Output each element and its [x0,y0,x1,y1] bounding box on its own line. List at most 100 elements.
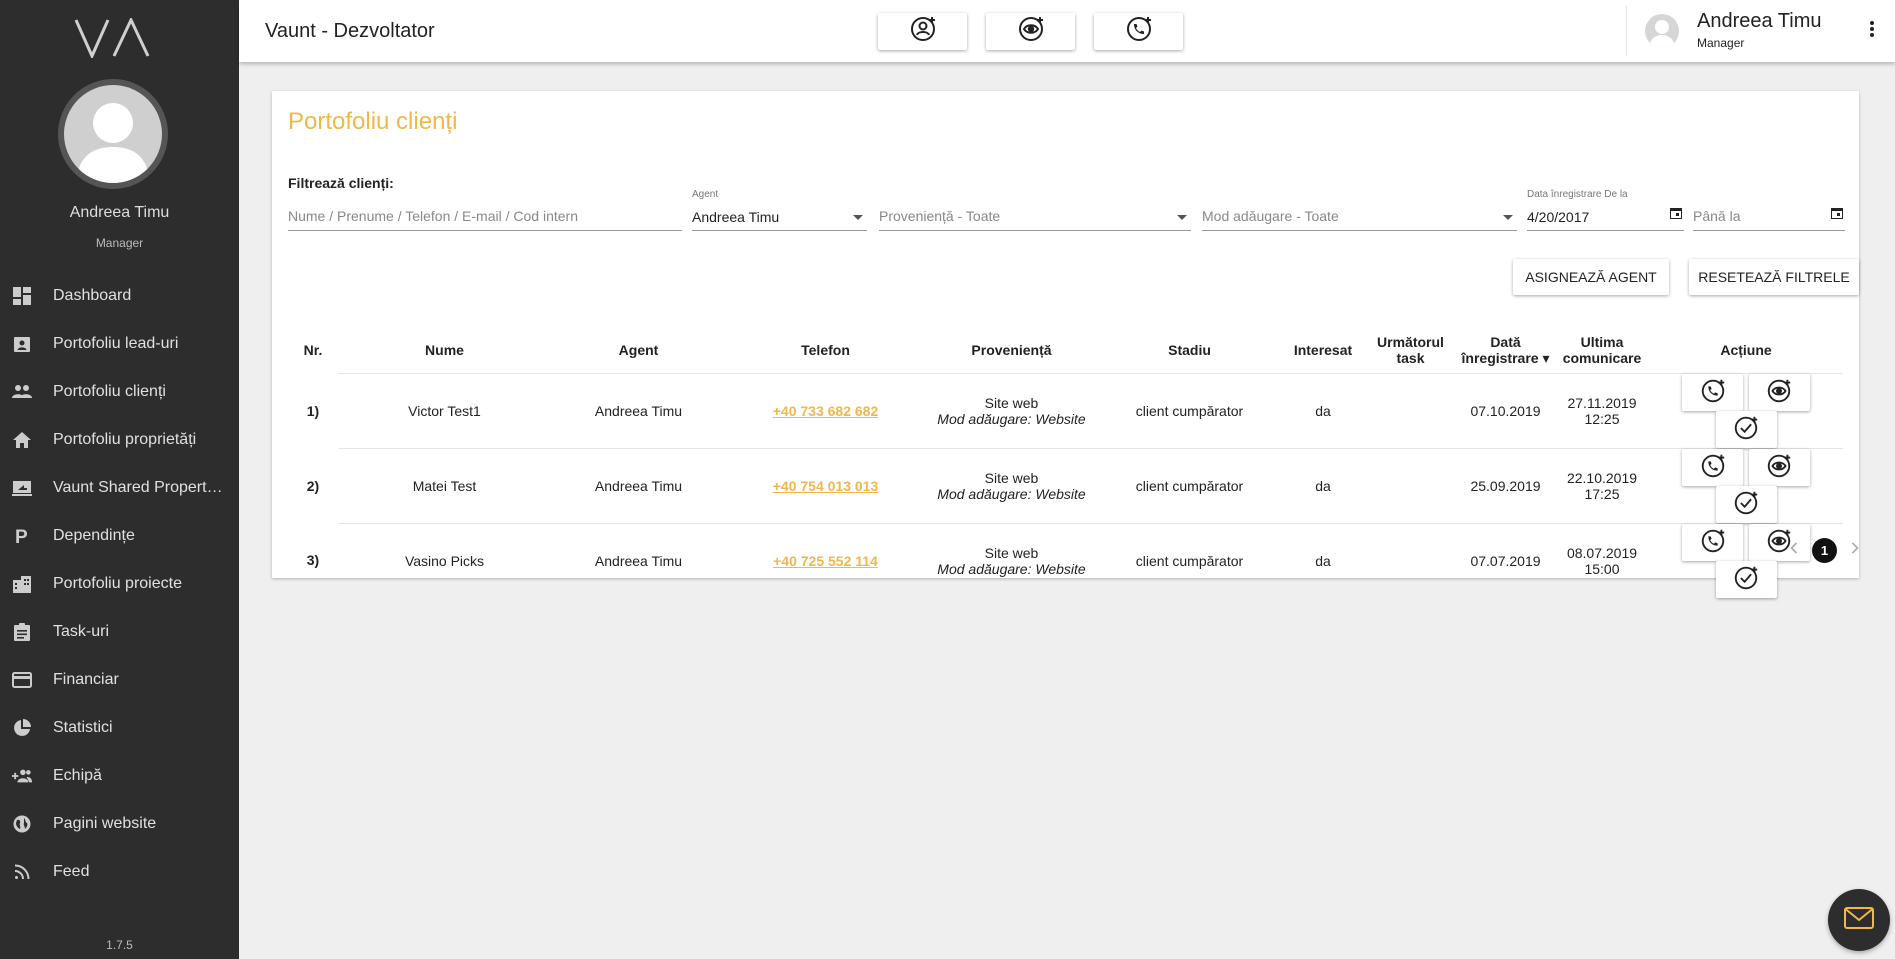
row-actions [1649,447,1843,523]
svg-text:P: P [15,527,28,545]
assign-agent-button[interactable]: Asignează agent [1513,259,1669,295]
source-select[interactable]: Proveniență - Toate [879,203,1191,231]
calendar-icon[interactable] [1670,206,1682,224]
task-button[interactable] [1715,560,1777,598]
sidebar-item-leads[interactable]: Portofoliu lead-uri [0,320,239,368]
search-input[interactable]: Nume / Prenume / Telefon / E-mail / Cod … [288,203,682,231]
page-title: Portofoliu clienți [288,108,458,135]
client-phone-cell: +40 754 013 013 [726,447,925,523]
col-reg-date[interactable]: Dată înregistrare ▾ [1456,327,1555,373]
sidebar-item-feed[interactable]: Feed [0,848,239,896]
mode-select[interactable]: Mod adăugare - Toate [1202,203,1517,231]
col-nr: Nr. [303,342,323,358]
client-source-cell: Site web Mod adăugare: Website [925,522,1098,598]
vaunt-logo[interactable] [74,18,154,58]
client-add-mode: Mod adăugare: Website [937,560,1086,577]
add-contact-button[interactable] [878,13,967,50]
sidebar-item-projects[interactable]: Portofoliu proiecte [0,560,239,608]
sidebar-item-team[interactable]: Echipă [0,752,239,800]
source-placeholder: Proveniență - Toate [879,208,1001,224]
clipboard-icon [12,622,32,642]
date-to-field[interactable]: Până la [1693,203,1845,231]
agent-select[interactable]: Agent Andreea Timu [692,189,867,231]
call-button[interactable] [1682,373,1744,411]
col-stage[interactable]: Stadiu [1098,327,1281,373]
check-add-icon [1732,489,1760,520]
task-button[interactable] [1715,410,1777,448]
sidebar-item-label: Dependințe [53,527,135,544]
reset-filters-button[interactable]: Resetează filtrele [1689,259,1859,295]
call-button[interactable] [1682,448,1744,486]
client-stage: client cumpărator [1098,522,1281,598]
task-button[interactable] [1715,485,1777,523]
client-phone-link[interactable]: +40 733 682 682 [773,403,879,419]
viewing-button[interactable] [1748,448,1810,486]
globe-icon [12,814,32,834]
table-row: 2) Matei Test Andreea Timu +40 754 013 0… [288,447,1843,523]
next-page-button[interactable] [1845,540,1865,560]
prev-page-button[interactable] [1784,540,1804,560]
sidebar-item-label: Portofoliu proprietăți [53,431,197,448]
chevron-down-icon [1177,215,1187,220]
phone-add-icon [1699,452,1727,483]
client-source: Site web [984,469,1039,486]
row-actions [1649,372,1843,448]
client-phone-link[interactable]: +40 725 552 114 [773,553,878,569]
filter-label: Filtrează clienți: [288,175,394,191]
client-interested: da [1281,447,1365,523]
sidebar-item-statistics[interactable]: Statistici [0,704,239,752]
col-phone[interactable]: Telefon [726,327,925,373]
client-name[interactable]: Matei Test [338,447,551,523]
last-comm-time: 17:25 [1584,485,1620,502]
client-phone-link[interactable]: +40 754 013 013 [773,478,879,494]
col-name[interactable]: Nume [338,327,551,373]
add-call-button[interactable] [1094,13,1183,50]
sidebar-item-label: Statistici [53,719,113,736]
messages-fab-button[interactable] [1828,889,1890,951]
last-comm-date: 27.11.2019 [1567,394,1637,411]
client-source-cell: Site web Mod adăugare: Website [925,372,1098,448]
people-icon [12,382,32,402]
table-row: 3) Vasino Picks Andreea Timu +40 725 552… [288,522,1843,598]
more-menu-button[interactable] [1860,19,1884,43]
page-1-button[interactable]: 1 [1812,537,1837,563]
col-interested[interactable]: Interesat [1281,327,1365,373]
add-viewing-button[interactable] [986,13,1075,50]
calendar-icon[interactable] [1831,206,1843,224]
client-agent: Andreea Timu [551,447,726,523]
sidebar-item-clients[interactable]: Portofoliu clienți [0,368,239,416]
col-next-task[interactable]: Următorul task [1365,327,1456,373]
sidebar-item-tasks[interactable]: Task-uri [0,608,239,656]
date-from-field[interactable]: Data înregistrare De la 4/20/2017 [1527,189,1684,231]
sidebar-item-website-pages[interactable]: Pagini website [0,800,239,848]
col-agent[interactable]: Agent [551,327,726,373]
header-separator [1626,6,1627,56]
sidebar-item-label: Financiar [53,671,119,688]
sidebar-item-properties[interactable]: Portofoliu proprietăți [0,416,239,464]
top-bar: Vaunt - Dezvoltator Andreea Timu Manager [239,0,1895,62]
col-last-comm[interactable]: Ultima comunicare [1555,327,1649,373]
header-user-name: Andreea Timu [1697,10,1822,32]
eye-add-icon [1765,452,1793,483]
col-source[interactable]: Proveniență [925,327,1098,373]
client-reg-date: 07.07.2019 [1456,522,1555,598]
sidebar-item-dependencies[interactable]: P Dependințe [0,512,239,560]
col-actions: Acțiune [1720,341,1772,358]
eye-add-icon [1765,377,1793,408]
sidebar-item-shared-properties[interactable]: Vaunt Shared Properties [0,464,239,512]
pie-chart-icon [12,718,32,738]
call-button[interactable] [1682,523,1744,561]
viewing-button[interactable] [1748,373,1810,411]
sidebar-item-financial[interactable]: Financiar [0,656,239,704]
client-name[interactable]: Victor Test1 [338,372,551,448]
sidebar-item-label: Feed [53,863,90,880]
sidebar-item-dashboard[interactable]: Dashboard [0,272,239,320]
avatar[interactable] [1645,14,1679,48]
credit-card-icon [12,670,32,690]
search-placeholder: Nume / Prenume / Telefon / E-mail / Cod … [288,208,578,224]
client-name[interactable]: Vasino Picks [338,522,551,598]
shared-screen-icon [12,478,32,498]
client-last-comm: 22.10.2019 17:25 [1555,447,1649,523]
sidebar-item-label: Portofoliu clienți [53,383,166,400]
parking-icon: P [12,526,32,546]
